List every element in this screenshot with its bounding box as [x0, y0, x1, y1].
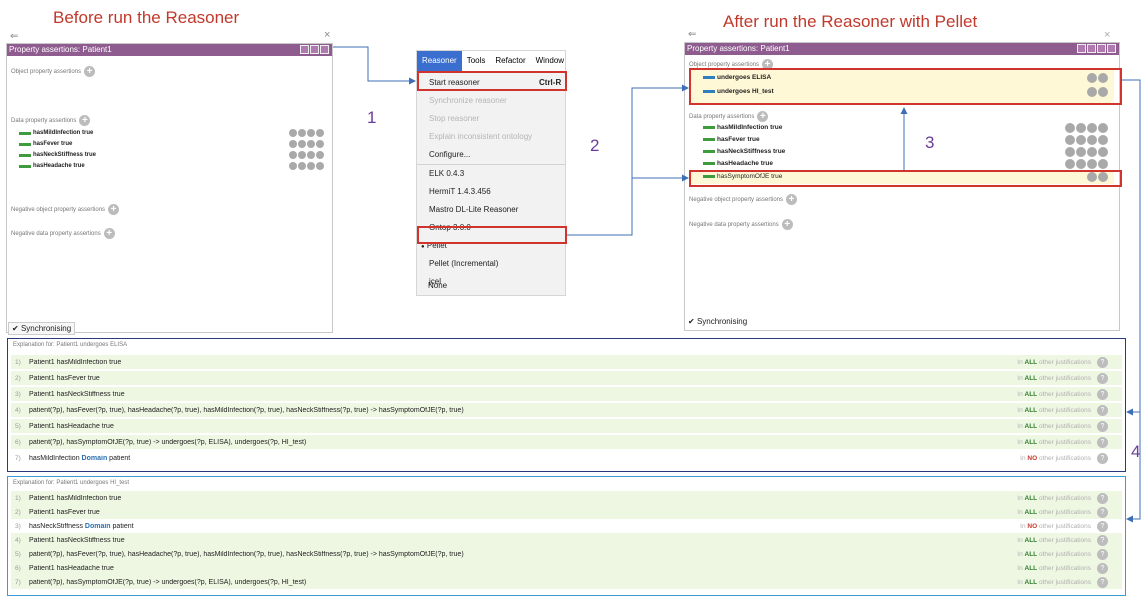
axiom-text: Patient1 hasNeckStiffness true: [29, 390, 125, 398]
axiom-text: hasNeckStiffness Domain patient: [29, 522, 134, 530]
justification-label: In ALL other justifications: [1017, 508, 1091, 516]
justification-label: In ALL other justifications: [1017, 358, 1091, 366]
explain-icon[interactable]: ?: [1097, 420, 1108, 432]
row-index: 4): [15, 406, 21, 414]
row-index: 7): [15, 578, 21, 586]
justification-label: In ALL other justifications: [1017, 438, 1091, 446]
axiom-text: patient(?p), hasFever(?p, true), hasHead…: [29, 406, 464, 414]
explanation-row[interactable]: 2) Patient1 hasFever true In ALL other jus…: [11, 505, 1122, 519]
explain-icon[interactable]: ?: [1097, 534, 1108, 546]
justification-label: In ALL other justifications: [1017, 564, 1091, 572]
axiom-text: patient(?p), hasFever(?p, true), hasHead…: [29, 550, 464, 558]
row-index: 2): [15, 508, 21, 516]
axiom-text: Patient1 hasFever true: [29, 374, 100, 382]
justification-label: In ALL other justifications: [1017, 422, 1091, 430]
axiom-text: Patient1 hasHeadache true: [29, 422, 114, 430]
explanation-row[interactable]: 7) hasMildInfection Domain patient In NO o…: [11, 451, 1122, 465]
axiom-text: Patient1 hasHeadache true: [29, 564, 114, 572]
explain-icon[interactable]: ?: [1097, 562, 1108, 574]
row-index: 3): [15, 390, 21, 398]
explain-icon[interactable]: ?: [1097, 372, 1108, 384]
explanation-panel-hi-test: Explanation for: Patient1 undergoes HI_t…: [7, 476, 1126, 596]
axiom-text: Patient1 hasMildInfection true: [29, 358, 122, 366]
explain-icon[interactable]: ?: [1097, 388, 1108, 400]
axiom-text: hasMildInfection Domain patient: [29, 454, 131, 462]
explain-icon[interactable]: ?: [1097, 576, 1108, 588]
axiom-text: patient(?p), hasSymptomOfJE(?p, true) ->…: [29, 578, 307, 586]
justification-label: In ALL other justifications: [1017, 550, 1091, 558]
explanation-row[interactable]: 7) patient(?p), hasSymptomOfJE(?p, true) …: [11, 575, 1122, 589]
justification-label: In NO other justifications: [1020, 454, 1091, 462]
explanation-row[interactable]: 4) Patient1 hasNeckStiffness true In ALL o…: [11, 533, 1122, 547]
explanation-row[interactable]: 4) patient(?p), hasFever(?p, true), hasHe…: [11, 403, 1122, 417]
justification-label: In NO other justifications: [1020, 522, 1091, 530]
row-index: 6): [15, 564, 21, 572]
explain-icon[interactable]: ?: [1097, 452, 1108, 464]
explain-icon[interactable]: ?: [1097, 520, 1108, 532]
explanation-row[interactable]: 2) Patient1 hasFever true In ALL other jus…: [11, 371, 1122, 385]
row-index: 1): [15, 494, 21, 502]
explanation-row[interactable]: 1) Patient1 hasMildInfection true In ALL o…: [11, 491, 1122, 505]
axiom-text: patient(?p), hasSymptomOfJE(?p, true) ->…: [29, 438, 307, 446]
row-index: 5): [15, 550, 21, 558]
justification-label: In ALL other justifications: [1017, 578, 1091, 586]
row-index: 3): [15, 522, 21, 530]
axiom-text: Patient1 hasFever true: [29, 508, 100, 516]
justification-label: In ALL other justifications: [1017, 494, 1091, 502]
explain-icon[interactable]: ?: [1097, 404, 1108, 416]
justification-label: In ALL other justifications: [1017, 406, 1091, 414]
explanation-row[interactable]: 6) Patient1 hasHeadache true In ALL other …: [11, 561, 1122, 575]
row-index: 5): [15, 422, 21, 430]
explanation-panel-elisa: Explanation for: Patient1 undergoes ELIS…: [7, 338, 1126, 472]
explain-icon[interactable]: ?: [1097, 548, 1108, 560]
axiom-text: Patient1 hasNeckStiffness true: [29, 536, 125, 544]
justification-label: In ALL other justifications: [1017, 374, 1091, 382]
axiom-text: Patient1 hasMildInfection true: [29, 494, 122, 502]
explanation-row[interactable]: 1) Patient1 hasMildInfection true In ALL o…: [11, 355, 1122, 369]
explanation-row[interactable]: 3) Patient1 hasNeckStiffness true In ALL o…: [11, 387, 1122, 401]
explanation-title: Explanation for: Patient1 undergoes HI_t…: [13, 480, 130, 486]
explanation-row[interactable]: 5) patient(?p), hasFever(?p, true), hasHe…: [11, 547, 1122, 561]
row-index: 6): [15, 438, 21, 446]
row-index: 7): [15, 454, 21, 462]
row-index: 4): [15, 536, 21, 544]
explanation-row[interactable]: 6) patient(?p), hasSymptomOfJE(?p, true) …: [11, 435, 1122, 449]
explanation-row[interactable]: 5) Patient1 hasHeadache true In ALL other …: [11, 419, 1122, 433]
explain-icon[interactable]: ?: [1097, 492, 1108, 504]
explanation-title: Explanation for: Patient1 undergoes ELIS…: [13, 342, 128, 348]
row-index: 2): [15, 374, 21, 382]
justification-label: In ALL other justifications: [1017, 390, 1091, 398]
explain-icon[interactable]: ?: [1097, 356, 1108, 368]
explanation-row[interactable]: 3) hasNeckStiffness Domain patient In NO o…: [11, 519, 1122, 533]
explain-icon[interactable]: ?: [1097, 506, 1108, 518]
explain-icon[interactable]: ?: [1097, 436, 1108, 448]
row-index: 1): [15, 358, 21, 366]
justification-label: In ALL other justifications: [1017, 536, 1091, 544]
